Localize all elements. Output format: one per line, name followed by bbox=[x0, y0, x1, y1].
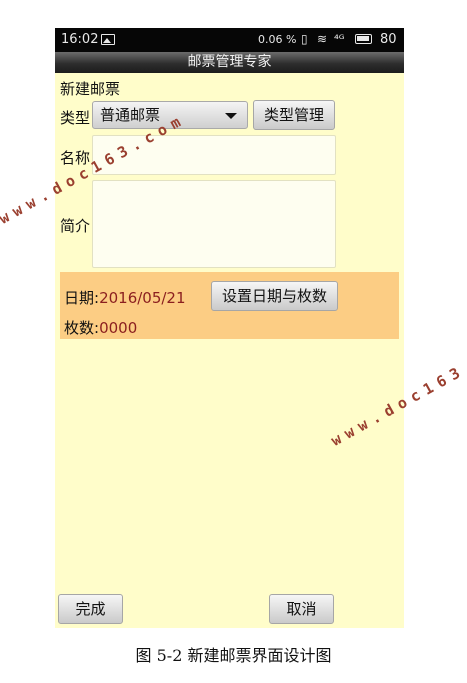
section-title: 新建邮票 bbox=[60, 80, 121, 98]
vibrate-icon: ▯ bbox=[301, 32, 308, 46]
cancel-button[interactable]: 取消 bbox=[269, 594, 334, 624]
figure-caption: 图 5-2 新建邮票界面设计图 bbox=[135, 646, 332, 665]
wifi-icon: ≋ bbox=[317, 32, 328, 46]
signal-icon: ⁴ᴳ bbox=[334, 32, 345, 46]
set-date-count-button[interactable]: 设置日期与枚数 bbox=[211, 281, 338, 311]
type-manage-button[interactable]: 类型管理 bbox=[253, 100, 335, 130]
count-label: 枚数: bbox=[64, 319, 100, 337]
date-value: 2016/05/21 bbox=[99, 289, 186, 307]
status-time: 16:02 bbox=[61, 32, 99, 47]
done-button[interactable]: 完成 bbox=[58, 594, 123, 624]
dropdown-caret-icon bbox=[225, 113, 237, 119]
count-row: 枚数:0000 bbox=[64, 317, 137, 338]
status-bar: 16:02 0.06 % ▯ ≋ ⁴ᴳ 80 bbox=[55, 28, 404, 52]
type-spinner-value: 普通邮票 bbox=[100, 106, 161, 124]
date-count-panel: 日期:2016/05/21 设置日期与枚数 枚数:0000 bbox=[60, 272, 399, 339]
date-label: 日期: bbox=[64, 289, 100, 307]
count-value: 0000 bbox=[99, 319, 138, 337]
image-notification-icon bbox=[101, 34, 115, 45]
phone-screen: 16:02 0.06 % ▯ ≋ ⁴ᴳ 80 邮票管理专家 新建邮票 类型 普通… bbox=[55, 28, 404, 628]
network-speed: 0.06 % bbox=[258, 33, 297, 46]
intro-label: 简介 bbox=[60, 217, 91, 235]
type-label: 类型 bbox=[60, 109, 91, 127]
app-title-bar: 邮票管理专家 bbox=[55, 52, 404, 73]
battery-level: 80 bbox=[380, 32, 397, 47]
intro-textarea[interactable] bbox=[92, 180, 336, 268]
date-row: 日期:2016/05/21 bbox=[64, 287, 186, 308]
battery-icon bbox=[355, 34, 372, 44]
